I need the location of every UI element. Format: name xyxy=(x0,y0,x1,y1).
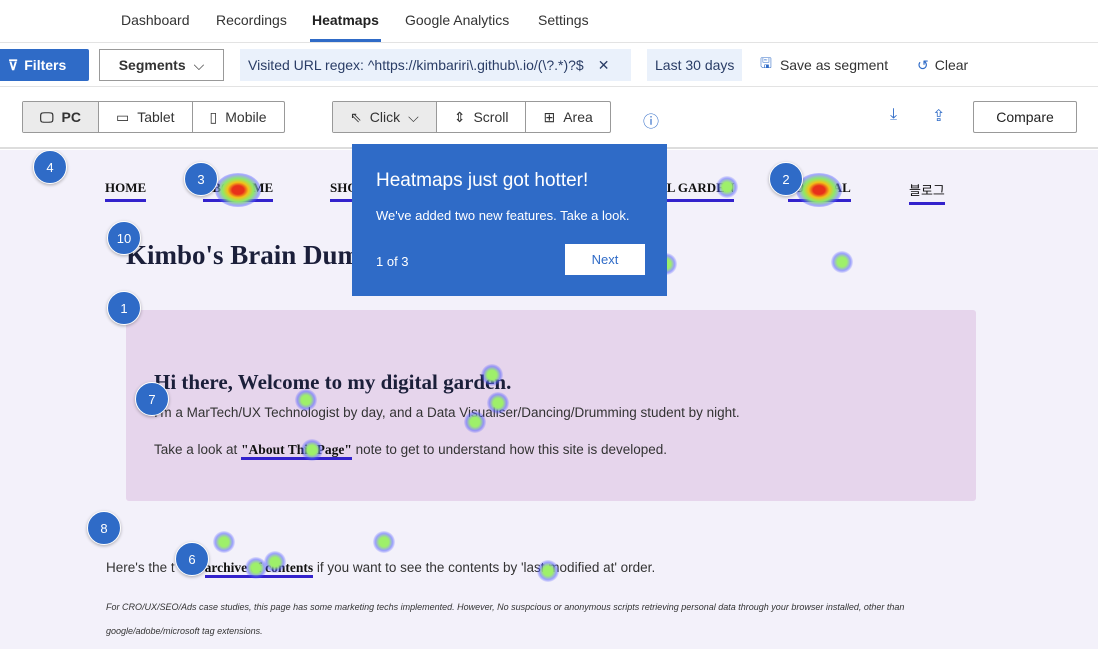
device-tablet[interactable]: ▭ Tablet xyxy=(99,102,193,132)
tab-settings[interactable]: Settings xyxy=(538,12,589,28)
url-filter-chip[interactable]: Visited URL regex: ^https://kimbariri\.g… xyxy=(240,49,631,81)
scroll-label: Scroll xyxy=(473,109,509,125)
heat-spot xyxy=(716,176,738,198)
monitor-icon: 🖵 xyxy=(40,108,54,125)
close-icon[interactable]: ✕ xyxy=(598,57,610,74)
heat-spot xyxy=(537,560,559,582)
url-filter-text: Visited URL regex: ^https://kimbariri\.g… xyxy=(248,57,584,73)
tablet-label: Tablet xyxy=(137,109,175,125)
tab-google-analytics[interactable]: Google Analytics xyxy=(405,12,509,28)
top-nav: Dashboard Recordings Heatmaps Google Ana… xyxy=(0,0,1098,43)
undo-icon: ↺ xyxy=(917,56,929,73)
heat-spot xyxy=(373,531,395,553)
save-icon: 🖫 xyxy=(760,55,772,71)
date-range-chip[interactable]: Last 30 days xyxy=(647,49,743,81)
heat-spot xyxy=(481,364,503,386)
chevron-down-icon: ⌵ xyxy=(193,56,205,73)
download-icon[interactable]: ⤓ xyxy=(890,106,897,124)
save-segment-button[interactable]: 🖫 Save as segment xyxy=(760,49,888,81)
popup-counter: 1 of 3 xyxy=(376,254,409,269)
pc-label: PC xyxy=(61,109,81,125)
filter-bar: ⊽ Filters Segments ⌵ Visited URL regex: ^h… xyxy=(0,43,1098,87)
about-page-link[interactable]: "About This Page" xyxy=(241,442,352,460)
area-label: Area xyxy=(563,109,593,125)
heatmap-type-selector: ⇖ Click ⌵ ⇕ Scroll ⊞ Area xyxy=(332,101,611,133)
click-rank-badge[interactable]: 6 xyxy=(175,542,209,576)
device-pc[interactable]: 🖵 PC xyxy=(23,102,99,132)
area-icon: ⊞ xyxy=(543,108,556,125)
filter-icon: ⊽ xyxy=(8,56,19,73)
filters-button[interactable]: ⊽ Filters xyxy=(0,49,89,81)
hero-title: Hi there, Welcome to my digital garden. xyxy=(154,370,512,394)
heat-spot xyxy=(301,439,323,461)
hero-box: Hi there, Welcome to my digital garden. … xyxy=(126,310,976,501)
site-title: Kimbo's Brain Dump xyxy=(126,240,376,270)
type-scroll[interactable]: ⇕ Scroll xyxy=(437,102,527,132)
save-segment-label: Save as segment xyxy=(779,57,889,73)
heat-spot xyxy=(831,251,853,273)
segments-label: Segments xyxy=(118,57,186,73)
hero-line1: I'm a MarTech/UX Technologist by day, an… xyxy=(154,405,740,420)
mobile-label: Mobile xyxy=(225,109,267,125)
disclaimer-line2: google/adobe/microsoft tag extensions. xyxy=(106,626,263,636)
tab-heatmaps[interactable]: Heatmaps xyxy=(310,12,381,42)
type-click[interactable]: ⇖ Click ⌵ xyxy=(333,102,437,132)
type-area[interactable]: ⊞ Area xyxy=(526,102,609,132)
scroll-icon: ⇕ xyxy=(453,108,466,125)
heat-spot xyxy=(264,551,286,573)
clear-label: Clear xyxy=(934,57,969,73)
chevron-down-icon[interactable]: ⌵ xyxy=(408,109,419,126)
hero-line2: Take a look at "About This Page" note to… xyxy=(154,442,668,460)
tab-dashboard[interactable]: Dashboard xyxy=(121,12,190,28)
device-selector: 🖵 PC ▭ Tablet ▯ Mobile xyxy=(22,101,285,133)
heat-spot xyxy=(464,411,486,433)
click-rank-badge[interactable]: 8 xyxy=(87,511,121,545)
click-rank-badge[interactable]: 1 xyxy=(107,291,141,325)
para-post: if you want to see the contents by 'last… xyxy=(313,560,656,575)
click-rank-badge[interactable]: 4 xyxy=(33,150,67,184)
mobile-icon: ▯ xyxy=(209,108,218,125)
hero-line2-post: note to get to understand how this site … xyxy=(351,442,668,457)
popup-title: Heatmaps just got hotter! xyxy=(376,170,589,191)
share-icon[interactable]: ⇪ xyxy=(932,106,945,126)
filters-label: Filters xyxy=(24,57,67,73)
date-range-text: Last 30 days xyxy=(655,57,735,73)
disclaimer-line1: For CRO/UX/SEO/Ads case studies, this pa… xyxy=(106,602,905,612)
site-nav-blog[interactable]: 블로그 xyxy=(909,180,945,205)
click-rank-badge[interactable]: 10 xyxy=(107,221,141,255)
heat-spot xyxy=(215,173,261,207)
click-label: Click xyxy=(369,109,401,125)
heatmap-toolbar: 🖵 PC ▭ Tablet ▯ Mobile ⇖ Click ⌵ ⇕ Scroll ⊞ Are… xyxy=(0,87,1098,149)
para-pre: Here's the t xyxy=(106,560,175,575)
clear-button[interactable]: ↺ Clear xyxy=(917,49,968,81)
device-mobile[interactable]: ▯ Mobile xyxy=(193,102,284,132)
segments-dropdown[interactable]: Segments ⌵ xyxy=(99,49,224,81)
popup-description: We've added two new features. Take a loo… xyxy=(376,208,630,223)
compare-label: Compare xyxy=(996,109,1054,125)
cursor-icon: ⇖ xyxy=(350,108,362,125)
click-rank-badge[interactable]: 3 xyxy=(184,162,218,196)
click-rank-badge[interactable]: 2 xyxy=(769,162,803,196)
tablet-icon: ▭ xyxy=(115,108,130,125)
tab-recordings[interactable]: Recordings xyxy=(216,12,287,28)
heat-spot xyxy=(487,392,509,414)
heat-spot xyxy=(295,389,317,411)
site-nav-home[interactable]: HOME xyxy=(105,180,147,202)
hero-line2-pre: Take a look at xyxy=(154,442,242,457)
click-rank-badge[interactable]: 7 xyxy=(135,382,169,416)
compare-button[interactable]: Compare xyxy=(973,101,1077,133)
feature-popup: Heatmaps just got hotter! We've added tw… xyxy=(352,144,667,296)
popup-next-button[interactable]: Next xyxy=(565,244,645,275)
heat-spot xyxy=(213,531,235,553)
info-icon[interactable]: ⓘ xyxy=(643,108,659,132)
